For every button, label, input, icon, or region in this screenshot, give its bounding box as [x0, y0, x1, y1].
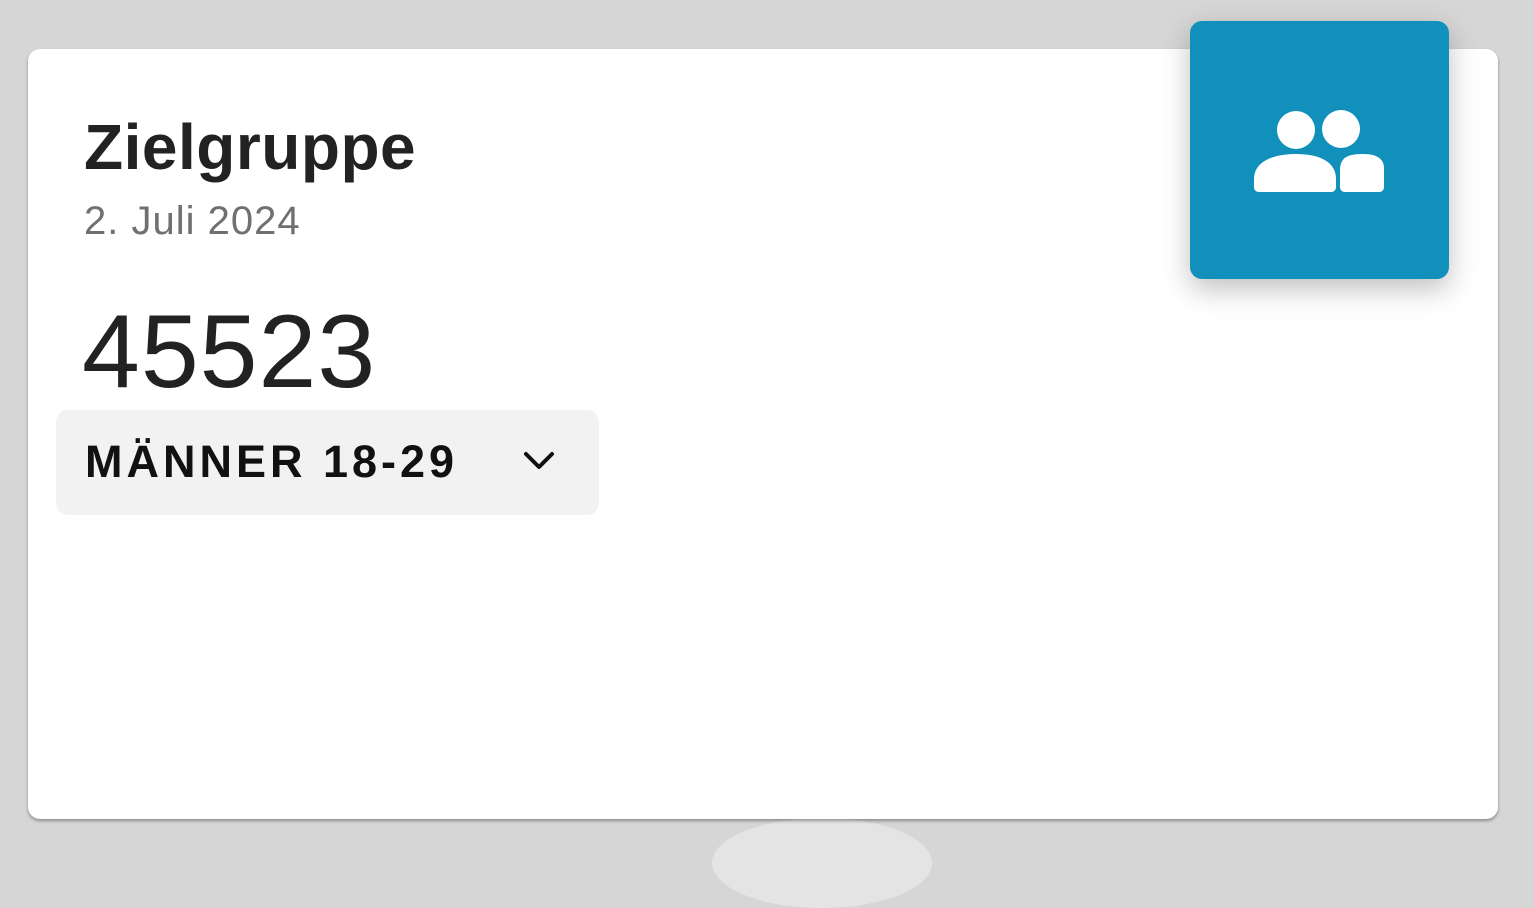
metric-value: 45523 — [82, 294, 377, 410]
target-group-dropdown[interactable]: MÄNNER 18-29 — [56, 410, 599, 515]
background-arc — [712, 818, 932, 908]
group-icon — [1254, 110, 1384, 193]
chevron-down-icon — [524, 452, 554, 469]
target-group-selected: MÄNNER 18-29 — [85, 436, 459, 487]
card-date: 2. Juli 2024 — [84, 199, 301, 243]
card-title: Zielgruppe — [84, 111, 417, 183]
group-icon-tile — [1190, 21, 1449, 279]
